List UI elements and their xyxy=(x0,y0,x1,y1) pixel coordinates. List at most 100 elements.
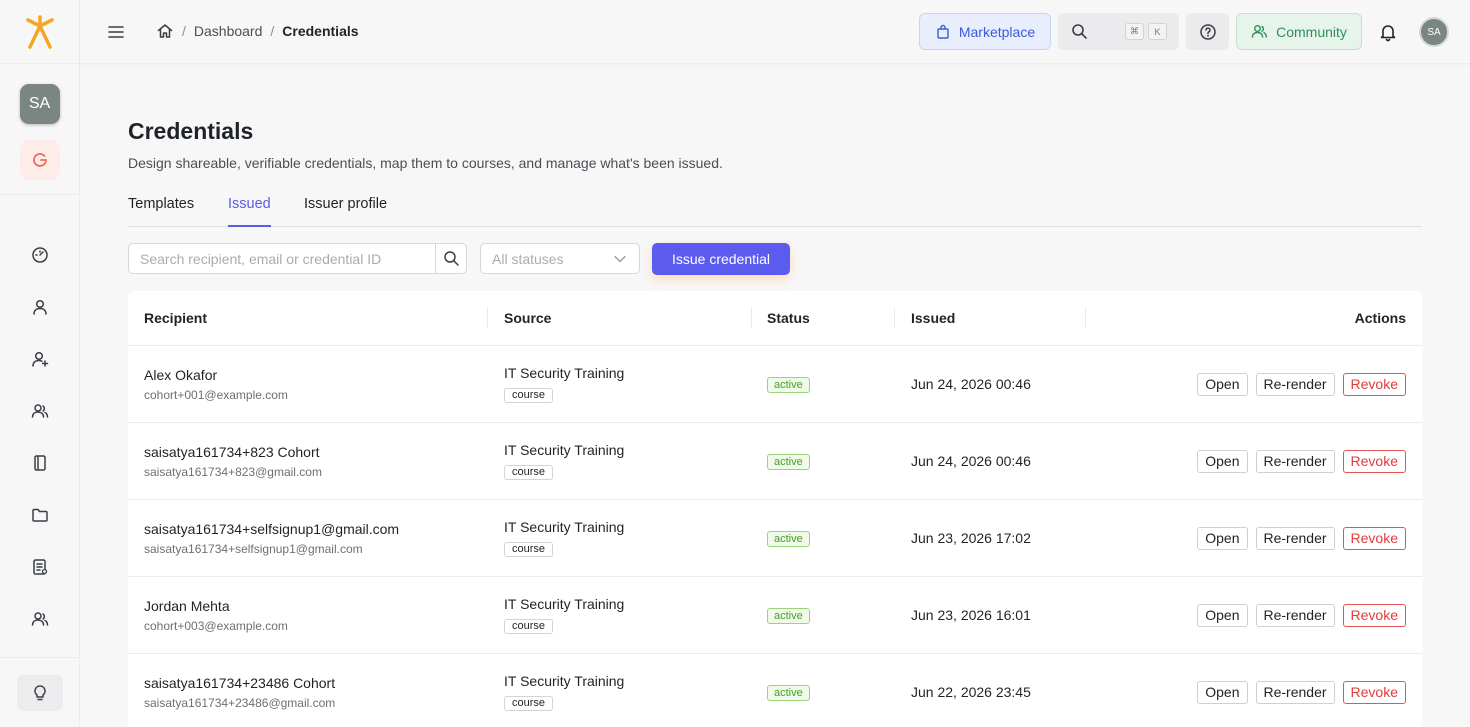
source-name: IT Security Training xyxy=(504,365,625,381)
org-avatar[interactable]: SA xyxy=(19,84,60,124)
users-icon xyxy=(1251,25,1268,38)
source-name: IT Security Training xyxy=(504,596,625,612)
rerender-button[interactable]: Re-render xyxy=(1255,681,1335,704)
power-icon xyxy=(32,153,47,167)
table-header: Recipient Source Status Issued Actions xyxy=(128,291,1422,346)
column-divider xyxy=(894,307,895,329)
bell-icon xyxy=(1380,25,1396,42)
rerender-button[interactable]: Re-render xyxy=(1255,450,1335,473)
sidebar-item-community[interactable] xyxy=(0,593,80,645)
table-row: saisatya161734+23486 Cohort saisatya1617… xyxy=(128,654,1422,727)
search-icon xyxy=(1072,24,1087,39)
book-icon xyxy=(34,455,46,471)
status-badge: active xyxy=(767,377,810,393)
tab-issued[interactable]: Issued xyxy=(228,196,271,227)
community-button[interactable]: Community xyxy=(1236,13,1362,50)
source-type-tag: course xyxy=(504,388,554,403)
sidebar-nav xyxy=(0,229,80,645)
issued-date: Jun 22, 2026 23:45 xyxy=(911,684,1031,700)
app-logo[interactable] xyxy=(0,0,79,64)
shopping-bag-icon xyxy=(937,24,949,39)
column-header-recipient[interactable]: Recipient xyxy=(144,310,207,326)
open-button[interactable]: Open xyxy=(1197,681,1248,704)
tips-button[interactable] xyxy=(17,675,63,711)
global-search-button[interactable]: ⌘ K xyxy=(1058,13,1179,50)
open-button[interactable]: Open xyxy=(1197,604,1248,627)
sidebar-item-groups[interactable] xyxy=(0,385,80,437)
revoke-button[interactable]: Revoke xyxy=(1342,604,1406,627)
table-row: saisatya161734+823 Cohort saisatya161734… xyxy=(128,423,1422,500)
marketplace-button[interactable]: Marketplace xyxy=(919,13,1051,50)
issued-date: Jun 23, 2026 17:02 xyxy=(911,530,1031,546)
search-button[interactable] xyxy=(435,244,466,273)
report-icon xyxy=(33,559,48,575)
sidebar-item-dashboard[interactable] xyxy=(0,229,80,281)
breadcrumb-home[interactable] xyxy=(156,22,174,40)
open-button[interactable]: Open xyxy=(1197,527,1248,550)
source-type-tag: course xyxy=(504,542,554,557)
breadcrumb-current: Credentials xyxy=(282,23,359,39)
source-type-tag: course xyxy=(504,465,554,480)
org-block: SA xyxy=(0,64,79,195)
table-row: saisatya161734+selfsignup1@gmail.com sai… xyxy=(128,500,1422,577)
status-filter-select[interactable]: All statuses xyxy=(480,243,640,274)
revoke-button[interactable]: Revoke xyxy=(1342,681,1406,704)
switch-org-button[interactable] xyxy=(19,140,60,180)
lightbulb-icon xyxy=(34,685,46,701)
recipient-name: saisatya161734+23486 Cohort xyxy=(144,675,336,691)
column-divider xyxy=(487,307,488,329)
tab-templates[interactable]: Templates xyxy=(128,196,194,227)
source-type-tag: course xyxy=(504,619,554,634)
rerender-button[interactable]: Re-render xyxy=(1255,604,1335,627)
revoke-button[interactable]: Revoke xyxy=(1342,373,1406,396)
status-badge: active xyxy=(767,531,810,547)
search-icon xyxy=(443,251,459,266)
row-actions: Open Re-render Revoke xyxy=(1197,604,1406,627)
help-button[interactable] xyxy=(1186,13,1229,50)
recipient-name: saisatya161734+823 Cohort xyxy=(144,444,320,460)
recipient-email: saisatya161734+selfsignup1@gmail.com xyxy=(144,542,363,556)
dashboard-icon xyxy=(32,247,48,263)
rerender-button[interactable]: Re-render xyxy=(1255,527,1335,550)
user-avatar[interactable]: SA xyxy=(1419,17,1449,47)
search-input[interactable] xyxy=(129,244,435,273)
sidebar-item-files[interactable] xyxy=(0,489,80,541)
revoke-button[interactable]: Revoke xyxy=(1342,450,1406,473)
tab-bar: Templates Issued Issuer profile xyxy=(128,193,1422,227)
sidebar-item-courses[interactable] xyxy=(0,437,80,489)
rerender-button[interactable]: Re-render xyxy=(1255,373,1335,396)
issue-credential-button[interactable]: Issue credential xyxy=(652,243,790,275)
users-icon xyxy=(31,404,49,418)
row-actions: Open Re-render Revoke xyxy=(1197,450,1406,473)
sidebar-item-users[interactable] xyxy=(0,281,80,333)
breadcrumb-dashboard[interactable]: Dashboard xyxy=(194,23,263,39)
row-actions: Open Re-render Revoke xyxy=(1197,373,1406,396)
column-header-status[interactable]: Status xyxy=(767,310,810,326)
chevron-down-icon xyxy=(614,255,626,263)
table-row: Alex Okafor cohort+001@example.com IT Se… xyxy=(128,346,1422,423)
issued-date: Jun 24, 2026 00:46 xyxy=(911,453,1031,469)
issued-date: Jun 24, 2026 00:46 xyxy=(911,376,1031,392)
main-content: Credentials Design shareable, verifiable… xyxy=(80,65,1470,727)
open-button[interactable]: Open xyxy=(1197,450,1248,473)
sidebar-item-reports[interactable] xyxy=(0,541,80,593)
home-icon xyxy=(157,24,173,38)
open-button[interactable]: Open xyxy=(1197,373,1248,396)
user-group-icon xyxy=(31,612,49,626)
topbar: / Dashboard / Credentials Marketplace ⌘ … xyxy=(80,0,1470,64)
shortcut-key-cmd: ⌘ xyxy=(1125,23,1144,40)
menu-toggle-button[interactable] xyxy=(106,22,126,42)
column-header-issued[interactable]: Issued xyxy=(911,310,955,326)
status-badge: active xyxy=(767,454,810,470)
column-header-source[interactable]: Source xyxy=(504,310,551,326)
community-label: Community xyxy=(1276,23,1347,40)
sidebar-item-add-user[interactable] xyxy=(0,333,80,385)
revoke-button[interactable]: Revoke xyxy=(1342,527,1406,550)
tab-issuer-profile[interactable]: Issuer profile xyxy=(304,196,387,227)
recipient-email: saisatya161734+823@gmail.com xyxy=(144,465,322,479)
page-title: Credentials xyxy=(128,118,254,144)
notifications-button[interactable] xyxy=(1377,21,1399,43)
source-name: IT Security Training xyxy=(504,442,625,458)
column-header-actions: Actions xyxy=(1354,310,1406,326)
credential-search xyxy=(128,243,467,274)
